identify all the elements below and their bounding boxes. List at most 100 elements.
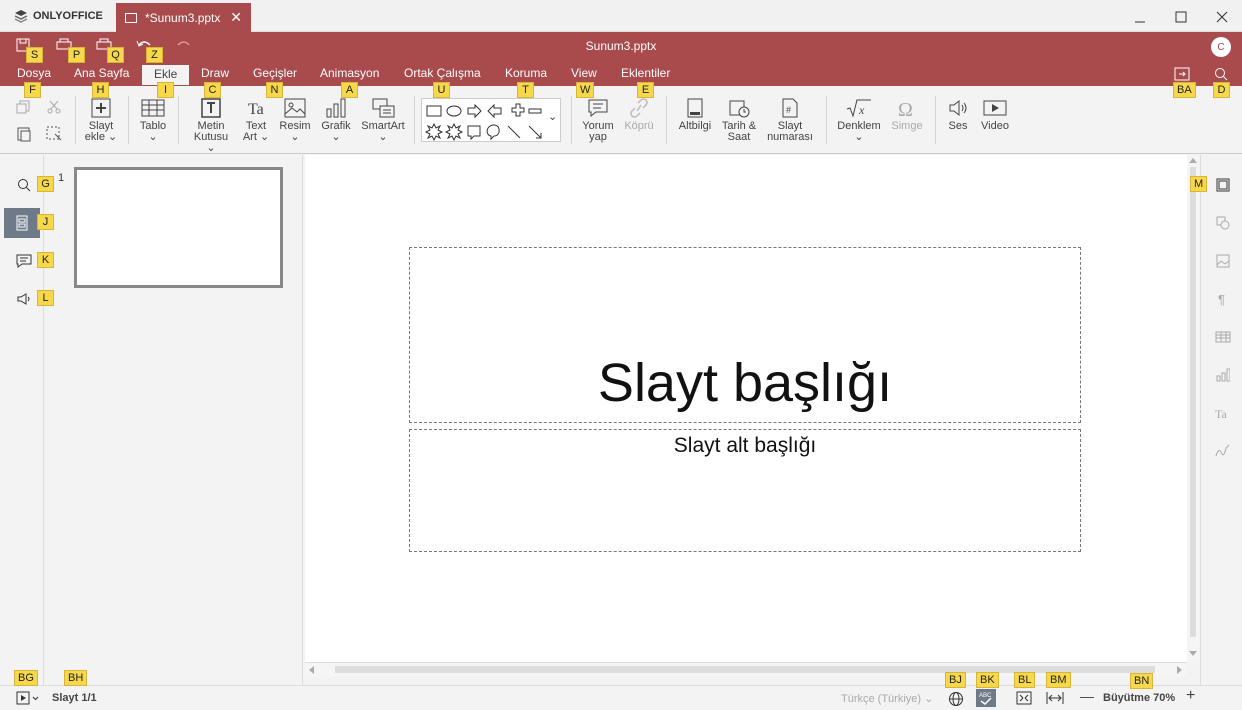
zoom-in-button[interactable]: + [1186, 687, 1195, 705]
keytip-badge: Q [107, 47, 124, 63]
table-button[interactable]: Tablo ⌄ [136, 98, 170, 143]
keytip-badge: BA [1173, 82, 1196, 98]
text-art-button[interactable]: Ta Text Art ⌄ [242, 98, 270, 143]
keytip-badge: C [204, 82, 221, 98]
table-settings-icon [1213, 327, 1233, 347]
open-location-icon[interactable] [1174, 67, 1192, 83]
explosion-shape-icon [424, 122, 444, 142]
keytip-badge: K [37, 252, 54, 268]
symbol-button: Ω Simge [888, 98, 926, 132]
menu-draw[interactable]: Draw [201, 66, 229, 80]
minimize-button[interactable] [1130, 8, 1150, 26]
slide-number-button[interactable]: # Slayt numarası [765, 98, 815, 143]
menu-eklentiler[interactable]: Eklentiler [621, 66, 670, 80]
slide-subtitle: Slayt alt başlığı [673, 434, 817, 457]
app-logo: ONLYOFFICE [14, 9, 103, 23]
text-box-button[interactable]: Metin Kutusu ⌄ [188, 98, 234, 154]
footer-label: Altbilgi [678, 120, 712, 132]
svg-text:Ta: Ta [1215, 407, 1227, 420]
shape-settings-icon [1213, 213, 1233, 233]
plus-shape-icon [511, 103, 525, 117]
comment-button[interactable]: Yorum yap [580, 98, 616, 143]
svg-text:¶: ¶ [1218, 292, 1225, 306]
slide-title: Slayt başlığı [597, 353, 893, 413]
equation-button[interactable]: x Denklem ⌄ [835, 98, 883, 143]
slide-thumbnail[interactable] [74, 167, 283, 288]
keytip-badge: D [1213, 82, 1230, 98]
keytip-badge: A [341, 82, 358, 98]
search-icon[interactable] [1214, 67, 1232, 83]
keytip-badge: M [1190, 176, 1208, 192]
document-title: Sunum3.pptx [585, 39, 657, 53]
menu-ana-sayfa[interactable]: Ana Sayfa [74, 66, 129, 80]
keytip-badge: BM [1046, 672, 1071, 688]
menu-ortak-calisma[interactable]: Ortak Çalışma [404, 66, 481, 80]
language-label: Türkçe (Türkiye) [841, 693, 922, 705]
date-time-button[interactable]: Tarih & Saat [718, 98, 760, 143]
document-icon [125, 12, 137, 23]
right-arrow-shape-icon [467, 103, 482, 119]
audio-button[interactable]: Ses [944, 98, 972, 132]
shapes-gallery[interactable] [421, 98, 561, 142]
keytip-badge: I [157, 82, 174, 98]
keytip-badge: BN [1130, 673, 1154, 689]
keytip-badge: N [266, 82, 283, 98]
close-window-button[interactable] [1212, 8, 1232, 26]
slide-thumbnails-panel: 1 [45, 155, 303, 685]
hyperlink-label: Köprü [624, 120, 654, 132]
text-art-label-2: Art [242, 131, 257, 143]
keytip-badge: W [576, 82, 595, 98]
video-button[interactable]: Video [978, 98, 1012, 132]
globe-icon[interactable] [948, 691, 964, 710]
zoom-out-button[interactable]: — [1080, 688, 1094, 704]
slideshow-button[interactable] [16, 691, 40, 708]
video-label: Video [981, 120, 1009, 132]
keytip-badge: F [24, 82, 41, 98]
document-tab-label: *Sunum3.pptx [145, 10, 221, 25]
menu-animasyon[interactable]: Animasyon [320, 66, 379, 80]
chart-button[interactable]: Grafik ⌄ [319, 98, 353, 143]
menu-koruma[interactable]: Koruma [505, 66, 547, 80]
status-bar: Slayt 1/1 Türkçe (Türkiye) ⌄ ABC — Büyüt… [0, 685, 1242, 710]
slides-panel-icon[interactable] [4, 208, 40, 238]
maximize-button[interactable] [1171, 8, 1191, 26]
user-avatar[interactable]: C [1211, 37, 1231, 57]
keytip-badge: P [68, 47, 85, 63]
smartart-button[interactable]: SmartArt ⌄ [360, 98, 406, 143]
menu-view[interactable]: View [571, 66, 597, 80]
fit-slide-icon[interactable] [1016, 691, 1032, 708]
image-button[interactable]: Resim ⌄ [278, 98, 312, 143]
close-tab-icon[interactable]: ✕ [230, 9, 242, 26]
vertical-scrollbar[interactable] [1187, 155, 1199, 662]
keytip-badge: T [517, 82, 534, 98]
keytip-badge: BJ [945, 672, 966, 688]
vertical-scroll-thumb[interactable] [1190, 167, 1196, 637]
cut-icon[interactable] [46, 100, 62, 117]
subtitle-placeholder[interactable]: Slayt alt başlığı [409, 429, 1081, 552]
title-placeholder[interactable]: Slayt başlığı [409, 247, 1081, 423]
document-tab[interactable]: *Sunum3.pptx ✕ [116, 3, 251, 32]
language-selector[interactable]: Türkçe (Türkiye) ⌄ [841, 692, 933, 705]
title-bar: ONLYOFFICE *Sunum3.pptx ✕ [0, 0, 1242, 32]
minus-shape-icon [528, 108, 542, 114]
paste-icon[interactable] [16, 126, 32, 145]
select-all-icon[interactable] [46, 126, 62, 145]
right-sidebar: ¶ Ta [1200, 155, 1242, 685]
footer-button[interactable]: Altbilgi [676, 98, 714, 132]
keytip-badge: S [26, 47, 43, 63]
svg-text:#: # [786, 105, 791, 115]
svg-text:Ω: Ω [898, 99, 913, 118]
spellcheck-icon[interactable]: ABC [976, 689, 996, 707]
slide-canvas[interactable]: Slayt başlığı Slayt alt başlığı [305, 155, 1187, 662]
shapes-more-icon[interactable]: ⌄ [548, 112, 557, 123]
text-box-label-2: Kutusu [193, 131, 229, 143]
copy-icon[interactable] [16, 100, 32, 117]
menu-gecisler[interactable]: Geçişler [253, 66, 297, 80]
signature-settings-icon [1213, 441, 1233, 461]
left-arrow-shape-icon [487, 103, 502, 119]
callout-rect-shape-icon [467, 125, 481, 141]
add-slide-button[interactable]: Slayt ekle ⌄ [83, 98, 119, 143]
fit-width-icon[interactable] [1046, 691, 1064, 708]
slide-settings-icon[interactable] [1213, 175, 1233, 195]
menu-dosya[interactable]: Dosya [17, 66, 51, 80]
